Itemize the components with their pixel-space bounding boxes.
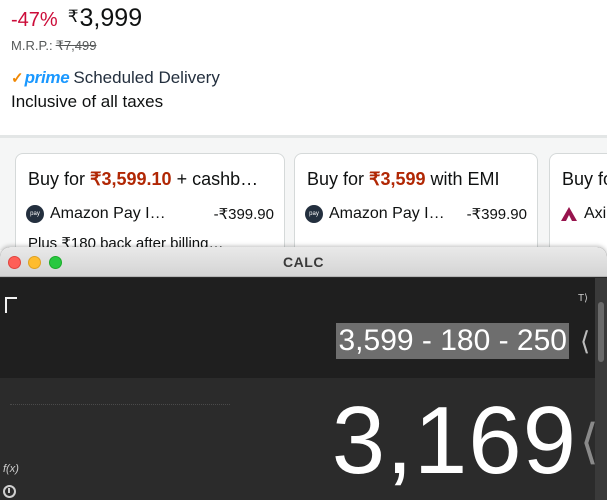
offer-title-prefix: Buy for: [28, 169, 91, 189]
payment-row: Axi: [560, 204, 607, 224]
scrollbar-thumb[interactable]: [598, 302, 604, 362]
scheduled-delivery-label: Scheduled Delivery: [73, 68, 220, 87]
offers-carousel: Buy for ₹3,599.10 + cashb… pay Amazon Pa…: [0, 138, 607, 250]
currency-symbol: ₹: [67, 7, 79, 26]
price-row: -47% ₹ 3,999: [11, 4, 142, 34]
expression-display[interactable]: 3,599 - 180 - 250: [336, 323, 569, 359]
dotted-guide: [10, 404, 230, 405]
prime-check-icon: ✓: [11, 70, 24, 87]
offer-amount: ₹3,599: [369, 169, 426, 189]
offer-title-prefix: Buy for: [307, 169, 370, 189]
screen: -47% ₹ 3,999 M.R.P.: ₹7,499 ✓ prime Sched…: [0, 0, 607, 500]
mrp-value: ₹7,499: [55, 38, 97, 53]
offer-card-emi[interactable]: Buy for ₹3,599 with EMI pay Amazon Pay I…: [294, 153, 538, 250]
payment-method-name: Amazon Pay I…: [329, 205, 445, 222]
offer-title-suffix: + cashb…: [171, 169, 259, 189]
amazon-pay-icon: pay: [305, 205, 323, 223]
offer-card-partial[interactable]: Buy fo Axi: [549, 153, 607, 250]
function-icon[interactable]: f(x): [3, 463, 19, 475]
taxes-note: Inclusive of all taxes: [11, 92, 164, 111]
t-mark-label: T⟩: [578, 293, 589, 304]
offer-card-cashback[interactable]: Buy for ₹3,599.10 + cashb… pay Amazon Pa…: [15, 153, 285, 250]
payment-method-name: Axi: [584, 205, 607, 222]
offer-amount: ₹3,599.10: [90, 169, 172, 189]
corner-bracket-icon: [5, 297, 17, 313]
window-titlebar[interactable]: CALC: [0, 247, 607, 277]
payment-row: pay Amazon Pay I… -₹399.90: [26, 204, 274, 224]
payment-discount: -₹399.90: [466, 206, 527, 223]
discount-percent: -47%: [11, 9, 58, 31]
offer-title-prefix: Buy fo: [562, 169, 607, 189]
payment-method-name: Amazon Pay I…: [50, 205, 166, 222]
result-display[interactable]: 3,169: [332, 386, 577, 496]
mrp-label: M.R.P.:: [11, 38, 53, 53]
expression-chevron-icon: ⟨: [580, 326, 591, 356]
prime-delivery[interactable]: ✓ prime Scheduled Delivery: [11, 68, 220, 88]
mrp-row: M.R.P.: ₹7,499: [11, 38, 96, 54]
offer-title: Buy for ₹3,599 with EMI: [307, 169, 500, 190]
payment-row: pay Amazon Pay I… -₹399.90: [305, 204, 527, 224]
offer-title-suffix: with EMI: [425, 169, 500, 189]
history-clock-icon[interactable]: [3, 485, 16, 498]
deal-price: 3,999: [79, 4, 143, 32]
axis-bank-icon: [560, 205, 578, 223]
offer-title: Buy for ₹3,599.10 + cashb…: [28, 169, 258, 190]
prime-logo: prime: [24, 68, 70, 87]
offer-title: Buy fo: [562, 169, 607, 190]
amazon-pay-icon: pay: [26, 205, 44, 223]
payment-discount: -₹399.90: [213, 206, 274, 223]
window-title: CALC: [283, 254, 324, 270]
